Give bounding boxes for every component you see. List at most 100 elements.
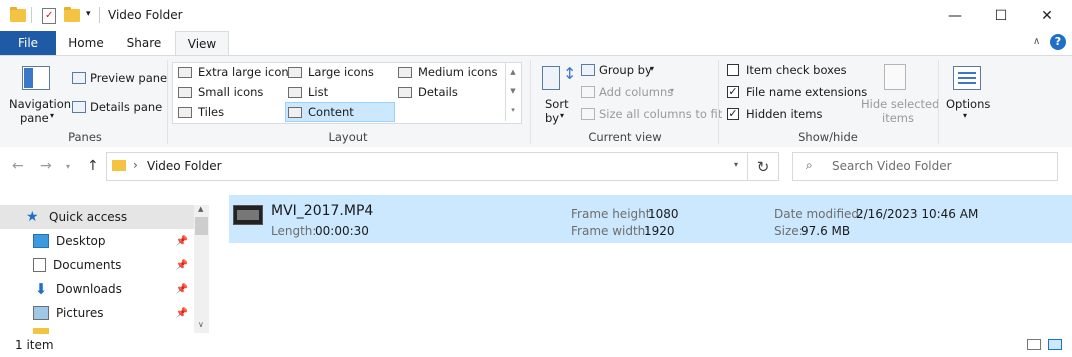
large-icons-icon <box>288 66 302 78</box>
show-hide-group-label: Show/hide <box>798 130 858 144</box>
size-columns-icon <box>581 108 595 120</box>
scroll-up-icon[interactable]: ▲ <box>198 205 203 213</box>
length-label: Length: <box>271 224 317 238</box>
item-count: 1 item <box>15 338 54 352</box>
pin-icon[interactable]: 📌 <box>176 260 188 271</box>
layout-details[interactable]: Details <box>398 83 458 101</box>
layout-content[interactable]: Content <box>288 103 354 121</box>
size-value: 97.6 MB <box>801 224 851 238</box>
customize-quick-access-icon[interactable]: ▾ <box>86 9 91 19</box>
pin-icon[interactable]: 📌 <box>176 308 188 319</box>
folder-icon <box>10 7 26 23</box>
tab-view[interactable]: View <box>175 31 229 56</box>
layout-list[interactable]: List <box>288 83 328 101</box>
back-arrow-icon[interactable]: ← <box>12 158 24 174</box>
breadcrumb[interactable]: Video Folder <box>147 159 222 173</box>
pictures-icon <box>33 306 49 320</box>
sidebar-item-label: Pictures <box>56 306 104 320</box>
layout-large-icons[interactable]: Large icons <box>288 63 374 81</box>
group-by-button[interactable]: Group by <box>599 63 652 77</box>
layout-gallery-scroll[interactable]: ▲ ▼ ▾ <box>505 63 520 121</box>
sidebar-item-downloads[interactable]: ⬇ Downloads 📌 <box>0 277 194 301</box>
sidebar-item-label: Downloads <box>56 282 122 296</box>
scrollbar-thumb[interactable] <box>195 217 208 235</box>
date-modified-value: 2/16/2023 10:46 AM <box>856 207 979 221</box>
desktop-icon <box>33 234 49 248</box>
hidden-items-label[interactable]: Hidden items <box>746 107 822 121</box>
hide-selected-items-label: items <box>882 111 914 125</box>
properties-icon[interactable]: ✓ <box>40 7 56 24</box>
scroll-down-icon[interactable]: ∨ <box>198 320 204 329</box>
sidebar-item-documents[interactable]: Documents 📌 <box>0 253 194 277</box>
divider <box>938 60 939 144</box>
details-view-icon[interactable] <box>1027 339 1041 350</box>
search-placeholder: Search Video Folder <box>832 159 952 173</box>
add-columns-button[interactable]: Add columns <box>599 85 673 99</box>
hidden-items-checkbox[interactable]: ✓ <box>727 108 739 120</box>
sort-by-button[interactable]: Sort <box>545 97 569 111</box>
chevron-down-icon: ▾ <box>650 64 655 73</box>
small-icons-icon <box>178 86 192 98</box>
item-check-boxes-checkbox[interactable] <box>727 64 739 76</box>
chevron-down-icon: ▾ <box>670 86 675 95</box>
tab-file[interactable]: File <box>0 31 56 55</box>
preview-pane-icon <box>72 72 86 84</box>
size-all-columns-button[interactable]: Size all columns to fit <box>599 107 722 121</box>
navigation-pane-button[interactable]: Navigation <box>9 97 71 111</box>
navigation-pane-icon[interactable] <box>22 66 50 90</box>
current-view-group-label: Current view <box>588 130 662 144</box>
layout-group-label: Layout <box>328 130 368 144</box>
chevron-down-icon: ▾ <box>963 111 968 120</box>
large-icons-view-icon[interactable] <box>1048 339 1062 350</box>
sort-by-icon[interactable]: ↕ <box>542 64 576 92</box>
hide-selected-items-button[interactable]: Hide selected <box>861 97 939 111</box>
frame-height-value: 1080 <box>648 207 679 221</box>
item-check-boxes-label[interactable]: Item check boxes <box>746 63 847 77</box>
help-icon[interactable]: ? <box>1050 34 1066 50</box>
layout-medium-icons[interactable]: Medium icons <box>398 63 497 81</box>
sidebar-item-quick-access[interactable]: ★ Quick access <box>0 205 194 229</box>
chevron-up-icon[interactable]: ∧ <box>1033 36 1040 47</box>
hide-selected-items-icon[interactable] <box>884 64 906 90</box>
video-file-icon <box>233 205 263 225</box>
divider <box>167 60 168 144</box>
layout-extra-large-icons[interactable]: Extra large icons <box>178 63 295 81</box>
details-pane-icon <box>72 101 86 113</box>
recent-locations-icon[interactable]: ▾ <box>66 162 70 171</box>
breadcrumb-separator: › <box>133 158 138 172</box>
pin-icon[interactable]: 📌 <box>176 284 188 295</box>
layout-tiles[interactable]: Tiles <box>178 103 224 121</box>
status-bar <box>0 335 1072 357</box>
group-by-icon <box>581 64 595 76</box>
file-name-extensions-checkbox[interactable]: ✓ <box>727 86 739 98</box>
forward-arrow-icon[interactable]: → <box>40 158 52 174</box>
options-button[interactable]: Options <box>946 97 990 111</box>
tab-share[interactable]: Share <box>118 31 170 55</box>
close-button[interactable]: ✕ <box>1024 0 1070 31</box>
extra-large-icons-icon <box>178 66 192 78</box>
minimize-button[interactable]: — <box>932 0 978 31</box>
frame-width-label: Frame width: <box>571 224 650 238</box>
nav-scrollbar[interactable]: ▲ ∨ <box>194 205 209 333</box>
address-dropdown-icon[interactable]: ▾ <box>734 160 738 169</box>
tab-home[interactable]: Home <box>60 31 112 55</box>
sidebar-item-label: Desktop <box>56 234 106 248</box>
divider <box>530 60 531 144</box>
sidebar-item-desktop[interactable]: Desktop 📌 <box>0 229 194 253</box>
up-arrow-icon[interactable]: ↑ <box>87 158 99 174</box>
options-icon[interactable] <box>953 66 981 90</box>
date-modified-label: Date modified: <box>774 207 864 221</box>
pin-icon[interactable]: 📌 <box>176 236 188 247</box>
divider <box>31 7 32 23</box>
details-pane-button[interactable]: Details pane <box>90 100 162 114</box>
refresh-button[interactable]: ↻ <box>748 152 779 181</box>
chevron-down-icon: ▾ <box>560 111 565 120</box>
preview-pane-button[interactable]: Preview pane <box>90 71 167 85</box>
star-icon: ★ <box>26 209 39 225</box>
maximize-button[interactable]: ☐ <box>978 0 1024 31</box>
size-label: Size: <box>774 224 803 238</box>
new-folder-icon[interactable] <box>64 7 80 23</box>
file-name-extensions-label[interactable]: File name extensions <box>746 85 867 99</box>
layout-small-icons[interactable]: Small icons <box>178 83 263 101</box>
sidebar-item-pictures[interactable]: Pictures 📌 <box>0 301 194 325</box>
